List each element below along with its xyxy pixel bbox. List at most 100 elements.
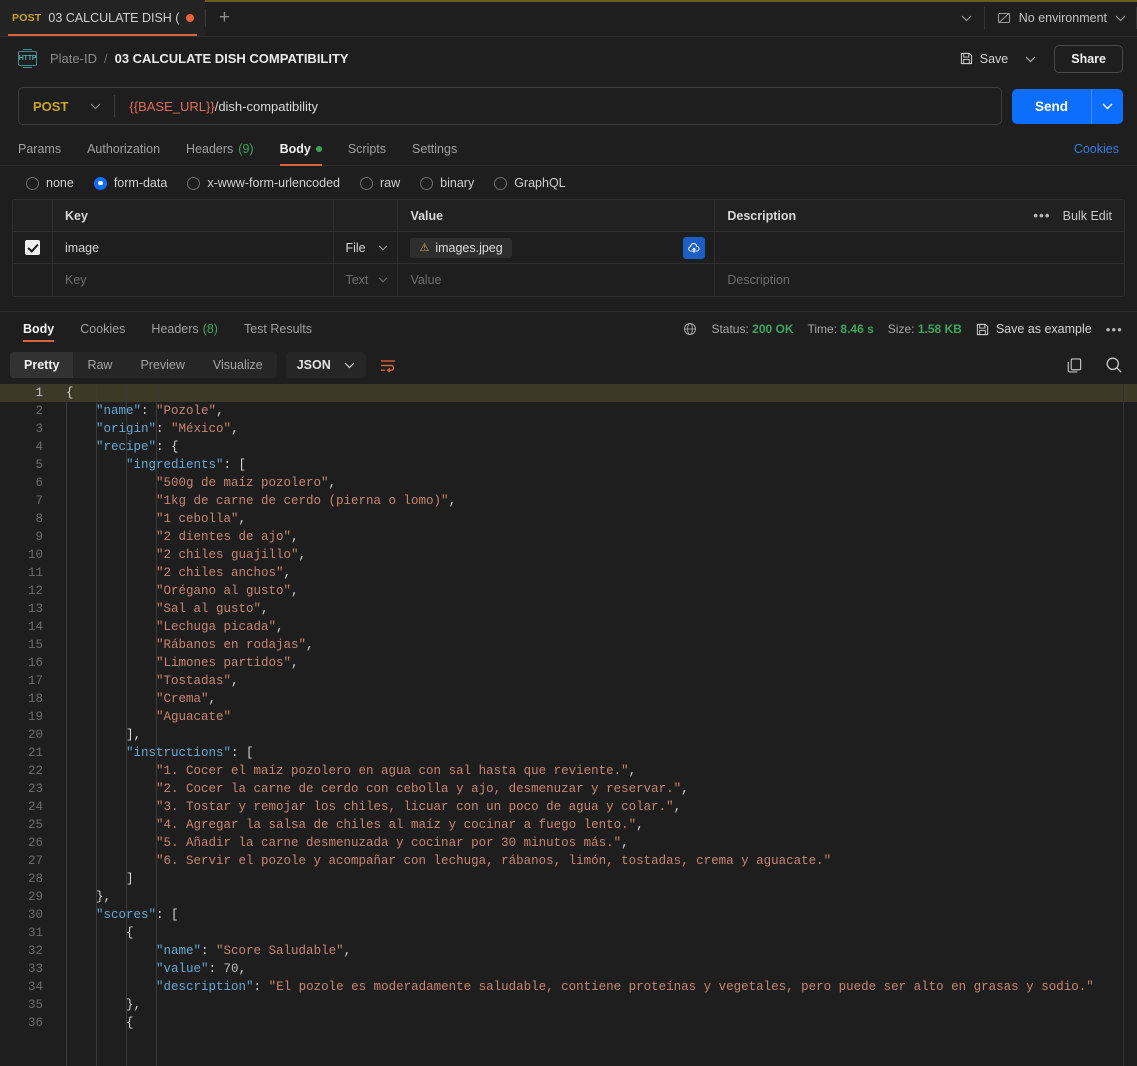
code-line[interactable]: 21 "instructions": [ [0,744,1137,762]
response-body-editor[interactable]: 1{2 "name": "Pozole", 3 "origin": "México… [0,384,1137,1066]
tab-settings[interactable]: Settings [399,133,470,165]
body-type-form-data[interactable]: form-data [93,176,167,190]
body-type-raw[interactable]: raw [360,176,400,190]
line-number: 28 [27,872,43,886]
code-line[interactable]: 32 "name": "Score Saludable", [0,942,1137,960]
line-number: 11 [27,566,43,580]
code-line[interactable]: 2 "name": "Pozole", [0,402,1137,420]
placeholder-type-select[interactable]: Text [334,264,399,296]
code-line[interactable]: 34 "description": "El pozole es moderada… [0,978,1137,996]
response-tab-cookies[interactable]: Cookies [67,312,138,346]
selected-file-chip[interactable]: ⚠ images.jpeg [410,237,512,258]
tab-scripts[interactable]: Scripts [335,133,399,165]
code-line[interactable]: 19 "Aguacate" [0,708,1137,726]
placeholder-value-input[interactable]: Value [398,264,716,296]
cookies-link[interactable]: Cookies [1074,142,1119,156]
code-line[interactable]: 16 "Limones partidos", [0,654,1137,672]
body-type-none[interactable]: none [26,176,74,190]
response-tab-body[interactable]: Body [10,312,67,346]
body-type-binary[interactable]: binary [420,176,474,190]
code-line[interactable]: 29 }, [0,888,1137,906]
tab-headers[interactable]: Headers (9) [173,133,267,165]
bulk-edit-button[interactable]: Bulk Edit [1063,209,1112,223]
row-key-input[interactable]: image [53,232,335,263]
line-number: 18 [27,692,43,706]
view-pretty[interactable]: Pretty [10,352,74,378]
view-raw[interactable]: Raw [73,352,126,378]
row-value-cell[interactable]: ⚠ images.jpeg [398,232,716,263]
code-line[interactable]: 20 ], [0,726,1137,744]
code-line[interactable]: 36 { [0,1014,1137,1032]
save-options-caret[interactable] [1017,45,1044,73]
search-icon[interactable] [1105,356,1123,374]
code-line[interactable]: 26 "5. Añadir la carne desmenuzada y coc… [0,834,1137,852]
row-description-input[interactable] [715,232,1124,263]
code-line[interactable]: 24 "3. Tostar y remojar los chiles, licu… [0,798,1137,816]
code-line[interactable]: 13 "Sal al gusto", [0,600,1137,618]
code-line[interactable]: 23 "2. Cocer la carne de cerdo con cebol… [0,780,1137,798]
code-line[interactable]: 9 "2 dientes de ajo", [0,528,1137,546]
code-line[interactable]: 4 "recipe": { [0,438,1137,456]
time-label: Time: [807,322,838,336]
code-line[interactable]: 22 "1. Cocer el maíz pozolero en agua co… [0,762,1137,780]
view-visualize[interactable]: Visualize [199,352,277,378]
code-line[interactable]: 35 }, [0,996,1137,1014]
tab-body[interactable]: Body [267,133,335,166]
code-line[interactable]: 27 "6. Servir el pozole y acompañar con … [0,852,1137,870]
response-more-options-icon[interactable]: ••• [1106,322,1123,337]
save-as-example-button[interactable]: Save as example [976,322,1092,336]
url-input[interactable]: {{BASE_URL}}/dish-compatibility [115,99,1001,114]
code-line[interactable]: 18 "Crema", [0,690,1137,708]
code-line[interactable]: 28 ] [0,870,1137,888]
response-tab-headers[interactable]: Headers (8) [138,312,231,346]
code-line[interactable]: 31 { [0,924,1137,942]
request-tab-03-calculate-dish[interactable]: POST 03 CALCULATE DISH ( [0,0,206,36]
code-line[interactable]: 12 "Orégano al gusto", [0,582,1137,600]
send-options-caret[interactable] [1091,88,1123,124]
tab-params[interactable]: Params [18,133,74,165]
environment-selector[interactable]: No environment [985,0,1136,36]
breadcrumb-collection[interactable]: Plate-ID [50,51,97,66]
tab-authorization[interactable]: Authorization [74,133,173,165]
code-line[interactable]: 10 "2 chiles guajillo", [0,546,1137,564]
code-scroll-area[interactable]: 1{2 "name": "Pozole", 3 "origin": "México… [0,384,1137,1066]
send-button[interactable]: Send [1011,88,1091,124]
save-button[interactable]: Save [951,47,1018,71]
response-language-select[interactable]: JSON [285,352,366,378]
wrap-lines-button[interactable] [375,352,402,379]
row-enabled-checkbox[interactable] [25,240,40,255]
tab-scripts-label: Scripts [347,142,387,156]
code-line[interactable]: 3 "origin": "México", [0,420,1137,438]
http-method-select[interactable]: POST [19,88,114,124]
body-type-graphql[interactable]: GraphQL [494,176,566,190]
code-line[interactable]: 11 "2 chiles anchos", [0,564,1137,582]
code-line[interactable]: 7 "1kg de carne de cerdo (pierna o lomo)… [0,492,1137,510]
line-number: 7 [35,494,43,508]
code-line[interactable]: 6 "500g de maíz pozolero", [0,474,1137,492]
row-type-select[interactable]: File [334,232,399,263]
code-line[interactable]: 30 "scores": [ [0,906,1137,924]
line-number: 26 [27,836,43,850]
row-checkbox-cell[interactable] [13,232,53,263]
share-button[interactable]: Share [1054,44,1123,73]
response-tab-test-results[interactable]: Test Results [231,312,325,346]
new-tab-button[interactable]: + [206,0,242,36]
code-line[interactable]: 8 "1 cebolla", [0,510,1137,528]
copy-icon[interactable] [1066,357,1083,374]
code-line[interactable]: 15 "Rábanos en rodajas", [0,636,1137,654]
placeholder-description-input[interactable]: Description [715,264,1124,296]
code-line[interactable]: 14 "Lechuga picada", [0,618,1137,636]
placeholder-key-input[interactable]: Key [53,264,335,296]
code-line[interactable]: 33 "value": 70, [0,960,1137,978]
more-options-icon[interactable]: ••• [1033,208,1050,223]
placeholder-type-label: Text [345,273,369,287]
code-line[interactable]: 17 "Tostadas", [0,672,1137,690]
tab-list-caret-button[interactable] [950,0,984,36]
code-line[interactable]: 25 "4. Agregar la salsa de chiles al maí… [0,816,1137,834]
body-type-urlencoded[interactable]: x-www-form-urlencoded [187,176,340,190]
code-line[interactable]: 5 "ingredients": [ [0,456,1137,474]
code-line[interactable]: 1{ [0,384,1137,402]
upload-file-button[interactable] [683,236,706,259]
view-preview[interactable]: Preview [126,352,198,378]
code-line-text: "name": "Score Saludable", [156,944,352,958]
